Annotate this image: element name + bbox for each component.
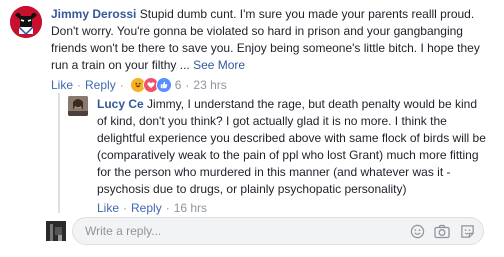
comment-time[interactable]: 23 hrs [193,78,226,92]
like-link[interactable]: Like [97,201,119,215]
reply-composer [72,217,484,245]
reply-time[interactable]: 16 hrs [174,201,207,215]
reactions-summary[interactable]: 6 [129,77,182,93]
comment-author[interactable]: Jimmy Derossi [51,7,136,21]
comment-body: Jimmy Derossi Stupid dumb cunt. I'm sure… [51,6,494,74]
like-reaction-icon [155,77,172,93]
avatar-lucy[interactable] [68,96,88,116]
reaction-count: 6 [174,78,182,92]
comment-jimmy: Jimmy Derossi Stupid dumb cunt. I'm sure… [10,6,494,93]
sticker-icon[interactable] [459,223,475,239]
camera-icon[interactable] [434,223,450,239]
profile-photo-icon [68,96,88,116]
reply-thread-line [58,93,60,213]
composer-actions [409,223,475,239]
emoji-icon[interactable] [409,223,425,239]
like-link[interactable]: Like [51,78,73,92]
reply-input[interactable] [83,223,409,239]
see-more-link[interactable]: See More [193,58,245,72]
reply-body: Lucy Ce Jimmy, I understand the rage, bu… [97,96,490,198]
reply-meta: Like · Reply · 16 hrs [97,201,208,215]
bulls-logo-icon [10,6,42,38]
reply-author[interactable]: Lucy Ce [97,97,144,111]
comment-meta: Like · Reply · 6 · 23 hrs [51,77,227,93]
comment-lucy: Lucy Ce Jimmy, I understand the rage, bu… [68,96,494,215]
avatar-jimmy[interactable] [10,6,42,38]
reply-link[interactable]: Reply [85,78,116,92]
reply-text: Jimmy, I understand the rage, but death … [97,97,486,196]
profile-photo-icon [46,221,66,241]
reply-link[interactable]: Reply [131,201,162,215]
current-user-avatar [46,221,66,241]
